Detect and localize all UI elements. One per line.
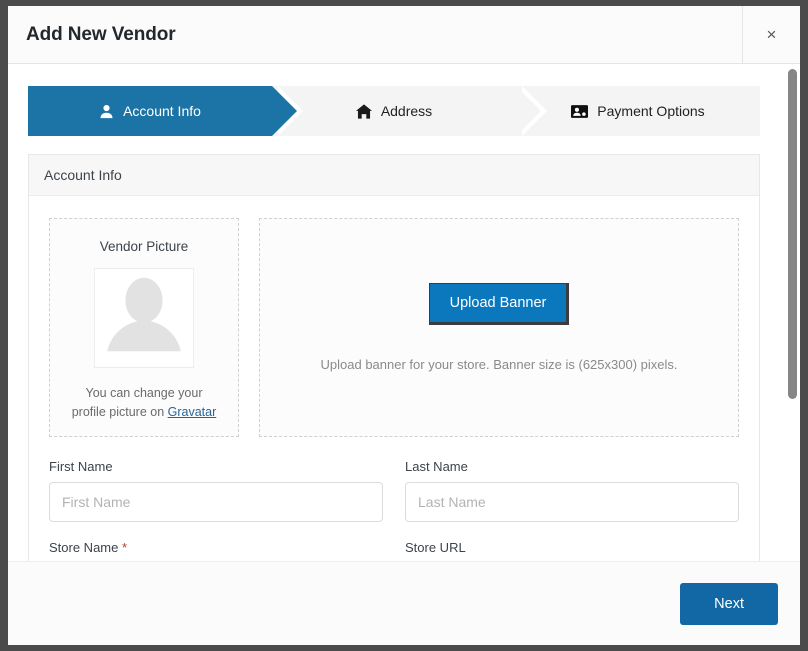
- first-name-field-group: First Name: [49, 459, 383, 522]
- store-field-row: Store Name * Store URL: [49, 540, 739, 562]
- home-icon: [356, 104, 372, 119]
- step-account-info[interactable]: Account Info: [28, 86, 272, 136]
- panel-heading: Account Info: [29, 155, 759, 196]
- step-navigation: Account Info Address: [28, 86, 760, 136]
- gravatar-note-line2: profile picture on: [72, 405, 168, 419]
- close-icon: ×: [767, 26, 777, 43]
- vendor-picture-title: Vendor Picture: [60, 239, 228, 254]
- first-name-label: First Name: [49, 459, 383, 474]
- store-name-label-text: Store Name: [49, 540, 118, 555]
- last-name-label: Last Name: [405, 459, 739, 474]
- address-card-icon: [571, 105, 588, 118]
- close-button[interactable]: ×: [742, 6, 800, 63]
- gravatar-link[interactable]: Gravatar: [168, 405, 217, 419]
- required-marker: *: [122, 540, 127, 555]
- name-field-row: First Name Last Name: [49, 459, 739, 522]
- page-title: Add New Vendor: [8, 24, 176, 46]
- store-url-label: Store URL: [405, 540, 739, 555]
- vertical-scrollbar-thumb[interactable]: [788, 69, 797, 399]
- next-button[interactable]: Next: [680, 583, 778, 625]
- banner-help-text: Upload banner for your store. Banner siz…: [321, 357, 678, 372]
- step-address[interactable]: Address: [272, 86, 516, 136]
- vertical-scrollbar-track[interactable]: [786, 64, 800, 561]
- upload-banner-button[interactable]: Upload Banner: [429, 283, 570, 325]
- step-label: Payment Options: [597, 103, 704, 119]
- modal-footer: Next: [8, 561, 800, 645]
- upload-row: Vendor Picture You can change your: [49, 218, 739, 437]
- step-label: Address: [381, 103, 432, 119]
- panel-body: Vendor Picture You can change your: [29, 196, 759, 561]
- avatar-placeholder-icon: [95, 268, 193, 367]
- modal-header: Add New Vendor ×: [8, 6, 800, 64]
- step-label: Account Info: [123, 103, 201, 119]
- store-name-label: Store Name *: [49, 540, 383, 555]
- last-name-field-group: Last Name: [405, 459, 739, 522]
- user-icon: [99, 104, 114, 119]
- last-name-input[interactable]: [405, 482, 739, 522]
- banner-dropzone[interactable]: Upload Banner Upload banner for your sto…: [259, 218, 739, 437]
- gravatar-note-line1: You can change your: [86, 386, 203, 400]
- vendor-picture-dropzone[interactable]: Vendor Picture You can change your: [49, 218, 239, 437]
- account-info-panel: Account Info Vendor Picture: [28, 154, 760, 561]
- step-payment-options[interactable]: Payment Options: [516, 86, 760, 136]
- add-vendor-modal: Add New Vendor × Account Info: [8, 6, 800, 645]
- gravatar-note: You can change your profile picture on G…: [60, 384, 228, 422]
- modal-body: Account Info Address: [8, 64, 800, 561]
- first-name-input[interactable]: [49, 482, 383, 522]
- store-name-field-group: Store Name *: [49, 540, 383, 562]
- avatar[interactable]: [94, 268, 194, 368]
- store-url-field-group: Store URL: [405, 540, 739, 562]
